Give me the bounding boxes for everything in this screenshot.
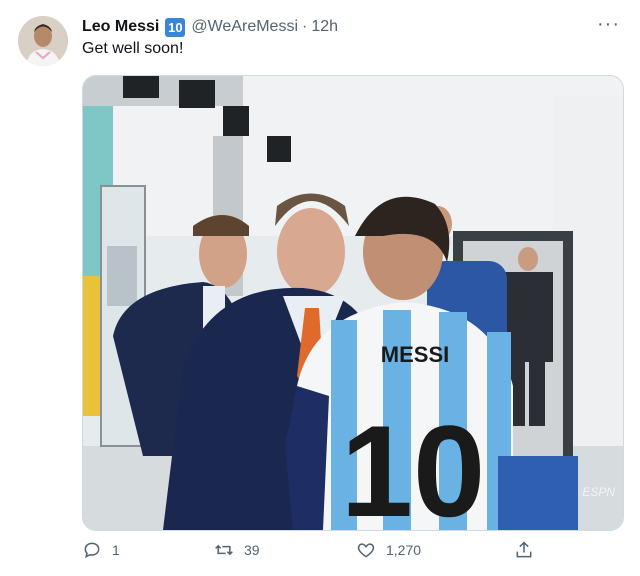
separator-dot: · <box>302 18 308 35</box>
retweet-button[interactable]: 39 <box>214 540 260 560</box>
retweet-count: 39 <box>244 542 260 558</box>
author-handle[interactable]: @WeAreMessi <box>191 18 298 36</box>
reply-count: 1 <box>112 542 120 558</box>
like-count: 1,270 <box>386 542 422 558</box>
share-icon <box>516 541 532 558</box>
tweet-photo[interactable]: MESSI 10 ESPN <box>82 75 624 531</box>
tweet-text: Get well soon! <box>82 40 184 57</box>
like-button[interactable]: 1,270 <box>356 540 421 560</box>
media-watermark: ESPN <box>582 485 615 499</box>
share-button[interactable] <box>514 540 534 560</box>
reply-button[interactable]: 1 <box>82 540 120 560</box>
keycap-ten-badge: 10 <box>165 17 186 37</box>
timestamp[interactable]: 12h <box>311 18 338 36</box>
tweet-actions: 1 39 1,270 <box>82 540 542 566</box>
jersey-name-text: MESSI <box>381 342 449 367</box>
reply-icon <box>84 542 100 559</box>
jersey-number-text: 10 <box>341 398 486 530</box>
more-options-icon[interactable]: ··· <box>597 14 620 34</box>
like-icon <box>357 543 375 558</box>
tweet-header: Leo Messi 10 @WeAreMessi · 12h <box>82 16 338 38</box>
retweet-icon <box>215 544 233 556</box>
avatar[interactable] <box>18 16 68 66</box>
tweet[interactable]: Leo Messi 10 @WeAreMessi · 12h ··· Get w… <box>0 0 640 576</box>
author-name[interactable]: Leo Messi <box>82 18 159 36</box>
